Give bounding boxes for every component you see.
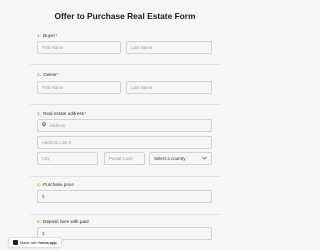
placeholder: Address Line 2 [42,140,72,145]
question-text: Real estate address [43,111,84,116]
section-divider [30,176,220,177]
currency-prefix: $ [42,194,45,199]
purchase-price-label: 4. Purchase price [37,182,74,187]
question-number: 3. [37,111,41,116]
map-pin-icon [42,122,46,129]
owner-last-name-input[interactable]: Last Name [126,81,212,94]
section-divider [30,214,220,215]
question-number: 5. [37,219,41,224]
question-text: Purchase price [43,182,74,187]
placeholder: Last Name [131,45,153,50]
question-number: 4. [37,182,41,187]
deposit-label: 5. Deposit here with paid [37,219,89,224]
question-number: 2. [37,72,41,77]
select-value: Select a country [154,156,186,161]
postal-code-input[interactable]: Postal Code [104,152,145,165]
address-label: 3. Real estate address* [37,111,86,116]
required-marker: * [55,33,58,38]
required-marker: * [57,72,59,77]
question-text: Buyer [43,33,56,38]
country-select[interactable]: Select a country [149,152,212,165]
placeholder: Last Name [131,85,153,90]
question-text: Owner [43,72,57,77]
buyer-label: 1. Buyer* [37,33,57,38]
section-divider [30,104,220,105]
placeholder: City [42,156,50,161]
buyer-last-name-input[interactable]: Last Name [126,41,212,54]
placeholder: Address [49,123,66,128]
owner-label: 2. Owner* [37,72,59,77]
section-divider [30,64,220,65]
buyer-first-name-input[interactable]: First Name [37,41,121,54]
made-with-badge[interactable]: Made with forms.app [8,237,62,248]
chevron-down-icon [202,156,207,162]
badge-prefix: Made with [20,240,38,245]
placeholder: Postal Code [109,156,133,161]
question-number: 1. [37,33,41,38]
deposit-input[interactable]: $ [37,227,212,240]
city-input[interactable]: City [37,152,98,165]
address-input[interactable]: Address [37,119,212,132]
owner-first-name-input[interactable]: First Name [37,81,121,94]
badge-brand: forms.app [38,240,57,245]
placeholder: First Name [42,85,64,90]
required-marker: * [84,111,87,116]
placeholder: First Name [42,45,64,50]
form-title: Offer to Purchase Real Estate Form [54,11,196,21]
purchase-price-input[interactable]: $ [37,190,212,203]
question-text: Deposit here with paid [43,219,89,224]
forms-app-logo-icon [13,240,18,245]
address-line-2-input[interactable]: Address Line 2 [37,136,212,149]
currency-prefix: $ [42,231,45,236]
